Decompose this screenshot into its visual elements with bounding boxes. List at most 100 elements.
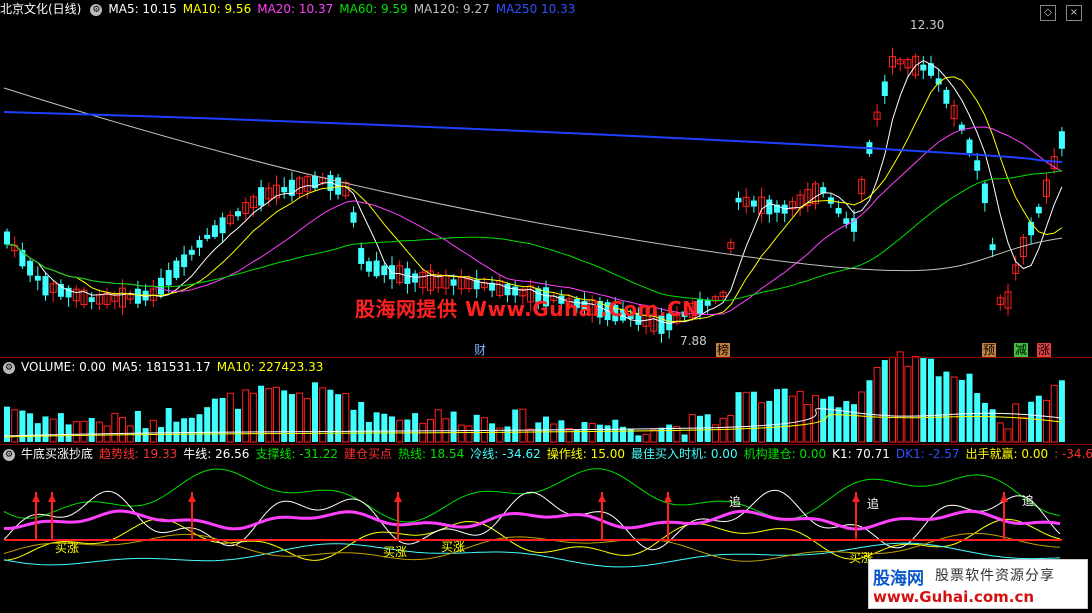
volume-bar — [758, 402, 766, 443]
volume-bar — [766, 400, 773, 442]
volume-ma5-readout: MA5: 181531.17 — [111, 360, 211, 374]
candle-body — [920, 64, 927, 71]
volume-bar — [858, 391, 866, 443]
volume-bar — [288, 394, 295, 442]
volume-bar — [57, 413, 64, 442]
volume-bar — [866, 380, 873, 442]
volume-bar — [111, 412, 119, 443]
candle-body — [27, 260, 34, 276]
volume-bar — [480, 417, 488, 443]
volume-readout: VOLUME: 0.00 — [21, 360, 106, 374]
logo-brand: 股海网 — [873, 569, 924, 589]
volume-bar — [381, 413, 388, 442]
volume-bar — [512, 409, 519, 442]
logo-slogan: 股票软件资源分享 — [935, 568, 1055, 584]
volume-bar — [812, 395, 819, 443]
volume-bar — [912, 355, 920, 443]
volume-bar — [350, 409, 357, 442]
signal-arrow-head — [664, 494, 672, 502]
volume-bar — [188, 417, 195, 442]
volume-bar — [788, 395, 796, 443]
guhai-logo: 股海网 股票软件资源分享 www.Guhai.com.cn — [868, 559, 1088, 609]
signal-arrow-head — [1000, 494, 1008, 502]
ma60-line — [6, 170, 1062, 302]
candle-body — [181, 254, 188, 268]
volume-bar — [635, 435, 642, 442]
volume-bar — [666, 424, 673, 442]
volume-bar — [465, 425, 473, 443]
inst-readout: 机构建仓: 0.00 — [743, 447, 827, 461]
volume-bar — [527, 428, 535, 443]
volume-bar — [596, 424, 603, 442]
candle-body — [219, 217, 226, 234]
volume-bar — [681, 434, 688, 442]
volume-bar — [658, 427, 665, 442]
candle-body — [412, 273, 419, 283]
indicator-name: 牛底买涨抄底 — [21, 447, 94, 461]
volume-bar — [588, 423, 596, 443]
candle-body — [34, 275, 41, 281]
candle-body — [835, 207, 842, 214]
candle-body — [766, 199, 773, 215]
volume-bar — [719, 417, 727, 443]
volume-bar — [412, 413, 419, 442]
volume-ma10-readout: MA10: 227423.33 — [216, 360, 324, 374]
op-readout: 操作线: 15.00 — [546, 447, 625, 461]
candle-body — [281, 187, 288, 193]
ma120-line — [3, 87, 1063, 272]
volume-bar — [42, 416, 49, 442]
candle-body — [750, 200, 757, 207]
candle-body — [974, 160, 981, 171]
candle-body — [981, 183, 988, 204]
volume-bar — [226, 392, 234, 443]
volume-bar — [173, 421, 180, 442]
candle-body — [735, 197, 742, 203]
candle-body — [211, 225, 218, 237]
volume-bar — [196, 414, 203, 442]
volume-bar — [550, 423, 558, 443]
volume-bar — [935, 376, 942, 442]
ma5-line — [6, 60, 1063, 325]
indicator-header: ⚙ 牛底买涨抄底 趋势线: 19.33 牛线: 26.56 支撑线: -31.22 建仓买… — [0, 446, 1092, 462]
volume-bar — [697, 415, 703, 442]
event-tag-zhang[interactable]: 涨 — [1037, 343, 1051, 357]
volume-bar — [920, 356, 927, 442]
candle-body — [258, 187, 265, 206]
candle-body — [989, 244, 996, 251]
volume-bar — [543, 416, 549, 442]
event-tag-jian[interactable]: 减 — [1014, 343, 1028, 357]
candle-body — [450, 279, 457, 286]
hot-readout: 热线: 18.54 — [398, 447, 465, 461]
volume-bar — [457, 424, 465, 443]
settings-icon[interactable]: ⚙ — [3, 448, 15, 461]
event-tag-yu[interactable]: 预 — [982, 343, 996, 357]
volume-bar — [450, 411, 457, 442]
event-tag-cai[interactable]: 财 — [473, 343, 487, 357]
volume-bar — [996, 422, 1004, 443]
volume-bar — [774, 389, 780, 442]
volume-bar — [1004, 428, 1012, 443]
volume-bar — [1043, 399, 1050, 443]
candle-body — [4, 231, 10, 245]
maizhang-label: 买涨 — [382, 545, 407, 559]
volume-bar — [165, 408, 172, 442]
volume-bar — [966, 373, 973, 442]
candle-body — [134, 288, 141, 304]
volume-bar — [742, 391, 750, 443]
candle-body — [851, 218, 857, 232]
last-readout: : -34.62 — [1054, 447, 1092, 461]
candle-body — [165, 270, 172, 286]
signal-arrow-head — [852, 494, 860, 502]
candle-body — [88, 297, 95, 302]
candle-body — [881, 81, 888, 96]
volume-bar — [303, 398, 311, 443]
watermark-text: 股海网提供 Www.Guhai.Com.CN — [355, 297, 700, 321]
settings-icon[interactable]: ⚙ — [3, 361, 15, 374]
out-readout: 出手就赢: 0.00 — [965, 447, 1049, 461]
event-tag-bang[interactable]: 榜 — [716, 343, 730, 357]
volume-bar — [827, 396, 834, 442]
maizhang-label: 买涨 — [54, 541, 79, 555]
bull-readout: 牛线: 26.56 — [183, 447, 250, 461]
volume-bar — [249, 392, 257, 443]
volume-bar — [281, 390, 288, 442]
